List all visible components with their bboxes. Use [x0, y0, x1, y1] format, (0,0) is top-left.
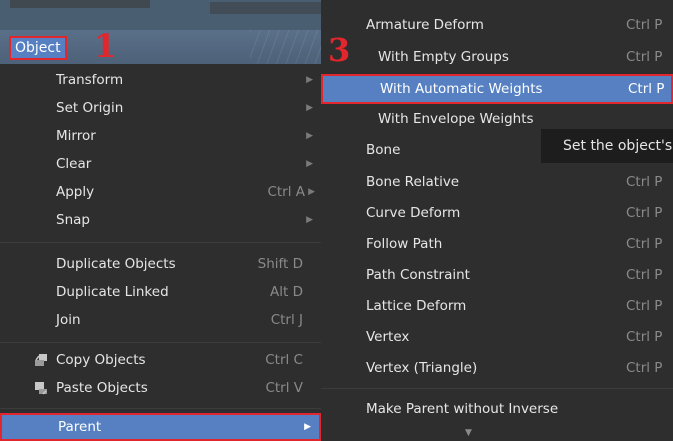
menu-separator — [0, 242, 321, 243]
menu-item-snap[interactable]: Snap ▶ — [0, 206, 321, 234]
tooltip-text: Set the object's — [563, 138, 673, 154]
object-menu-button[interactable]: Object — [9, 36, 67, 60]
shortcut-label: Ctrl P — [626, 360, 663, 376]
menu-item-label: Clear — [56, 156, 92, 172]
menu-item-follow-path[interactable]: Follow Path Ctrl P — [321, 229, 673, 259]
shortcut-label: Ctrl P — [626, 236, 663, 252]
menu-item-join[interactable]: Join Ctrl J — [0, 306, 321, 334]
menu-item-with-automatic-weights[interactable]: With Automatic Weights Ctrl P — [321, 74, 673, 104]
menu-item-label: Vertex — [366, 329, 410, 345]
menu-item-mirror[interactable]: Mirror ▶ — [0, 122, 321, 150]
menu-item-label: Copy Objects — [56, 352, 146, 368]
submenu-arrow-icon: ▶ — [306, 103, 313, 113]
submenu-arrow-icon: ▶ — [306, 215, 313, 225]
menu-item-label: Set Origin — [56, 100, 124, 116]
shortcut-label: Ctrl P — [626, 298, 663, 314]
menu-item-copy-objects[interactable]: Copy Objects Ctrl C — [0, 346, 321, 374]
shortcut-label: Shift D — [257, 256, 303, 272]
shortcut-label: Ctrl P — [626, 17, 663, 33]
menu-item-vertex-triangle[interactable]: Vertex (Triangle) Ctrl P — [321, 353, 673, 383]
parent-submenu: Armature Deform Ctrl P With Empty Groups… — [321, 0, 673, 441]
shortcut-label: Ctrl V — [265, 380, 303, 396]
viewport-header — [0, 0, 330, 30]
menu-item-label: Path Constraint — [366, 267, 470, 283]
menu-item-duplicate-objects[interactable]: Duplicate Objects Shift D — [0, 250, 321, 278]
menu-item-duplicate-linked[interactable]: Duplicate Linked Alt D — [0, 278, 321, 306]
shortcut-label: Alt D — [270, 284, 303, 300]
menu-item-label: With Automatic Weights — [380, 81, 543, 97]
menu-item-paste-objects[interactable]: Paste Objects Ctrl V — [0, 374, 321, 402]
menu-item-set-origin[interactable]: Set Origin ▶ — [0, 94, 321, 122]
menu-separator — [0, 408, 321, 409]
header-ghost-left — [10, 0, 150, 8]
menu-item-label: Apply — [56, 184, 95, 200]
submenu-arrow-icon: ▶ — [306, 75, 313, 85]
menu-item-label: Mirror — [56, 128, 96, 144]
shortcut-label: Ctrl J — [270, 312, 303, 328]
shortcut-label: Ctrl P — [626, 329, 663, 345]
menu-item-label: Duplicate Linked — [56, 284, 169, 300]
annotation-1: 1 — [94, 27, 117, 65]
menu-item-label: With Envelope Weights — [378, 111, 534, 127]
menu-item-label: Curve Deform — [366, 205, 461, 221]
header-ghost-right — [210, 2, 330, 14]
submenu-arrow-icon: ▶ — [306, 131, 313, 141]
annotation-3: 3 — [328, 31, 351, 69]
object-menu: Transform ▶ Set Origin ▶ Mirror ▶ Clear … — [0, 64, 321, 441]
menu-item-label: Armature Deform — [366, 17, 484, 33]
menu-item-label: Parent — [58, 419, 102, 435]
menu-item-label: Join — [56, 312, 81, 328]
menu-item-lattice-deform[interactable]: Lattice Deform Ctrl P — [321, 291, 673, 321]
menu-item-label: Follow Path — [366, 236, 443, 252]
scroll-down-icon[interactable]: ▼ — [465, 428, 472, 438]
submenu-arrow-icon: ▶ — [306, 159, 313, 169]
menu-item-label: Duplicate Objects — [56, 256, 176, 272]
menu-item-label: Paste Objects — [56, 380, 148, 396]
shortcut-label: Ctrl P — [626, 267, 663, 283]
menu-item-label: With Empty Groups — [378, 49, 509, 65]
menu-item-make-parent-without-inverse[interactable]: Make Parent without Inverse — [321, 394, 673, 424]
shortcut-label: Ctrl P — [628, 81, 665, 97]
menu-item-path-constraint[interactable]: Path Constraint Ctrl P — [321, 260, 673, 290]
menu-item-with-empty-groups[interactable]: With Empty Groups Ctrl P — [321, 42, 673, 72]
shortcut-label: Ctrl P — [626, 174, 663, 190]
menu-item-label: Bone Relative — [366, 174, 460, 190]
menu-separator — [0, 342, 321, 343]
menu-item-label: Transform — [56, 72, 124, 88]
shortcut-label: Ctrl A — [267, 184, 305, 200]
menu-item-transform[interactable]: Transform ▶ — [0, 66, 321, 94]
menu-item-vertex[interactable]: Vertex Ctrl P — [321, 322, 673, 352]
menu-item-apply[interactable]: Apply Ctrl A ▶ — [0, 178, 321, 206]
menu-item-clear[interactable]: Clear ▶ — [0, 150, 321, 178]
object-menu-label: Object — [15, 40, 61, 56]
tooltip: Set the object's — [541, 129, 673, 163]
menu-item-parent[interactable]: Parent ▶ — [0, 413, 321, 441]
menu-item-label: Vertex (Triangle) — [366, 360, 478, 376]
shortcut-label: Ctrl P — [626, 49, 663, 65]
copy-objects-icon — [32, 351, 50, 369]
menu-item-label: Bone — [366, 142, 401, 158]
menu-separator — [321, 388, 673, 389]
menu-item-bone-relative[interactable]: Bone Relative Ctrl P — [321, 167, 673, 197]
menu-item-label: Make Parent without Inverse — [366, 401, 559, 417]
viewport-grid — [250, 30, 330, 64]
menu-item-curve-deform[interactable]: Curve Deform Ctrl P — [321, 198, 673, 228]
shortcut-label: Ctrl C — [265, 352, 303, 368]
paste-objects-icon — [32, 379, 50, 397]
menu-item-armature-deform[interactable]: Armature Deform Ctrl P — [321, 10, 673, 40]
submenu-arrow-icon: ▶ — [304, 422, 311, 432]
shortcut-label: Ctrl P — [626, 205, 663, 221]
submenu-arrow-icon: ▶ — [308, 187, 315, 197]
menu-item-label: Lattice Deform — [366, 298, 467, 314]
menu-item-label: Snap — [56, 212, 90, 228]
